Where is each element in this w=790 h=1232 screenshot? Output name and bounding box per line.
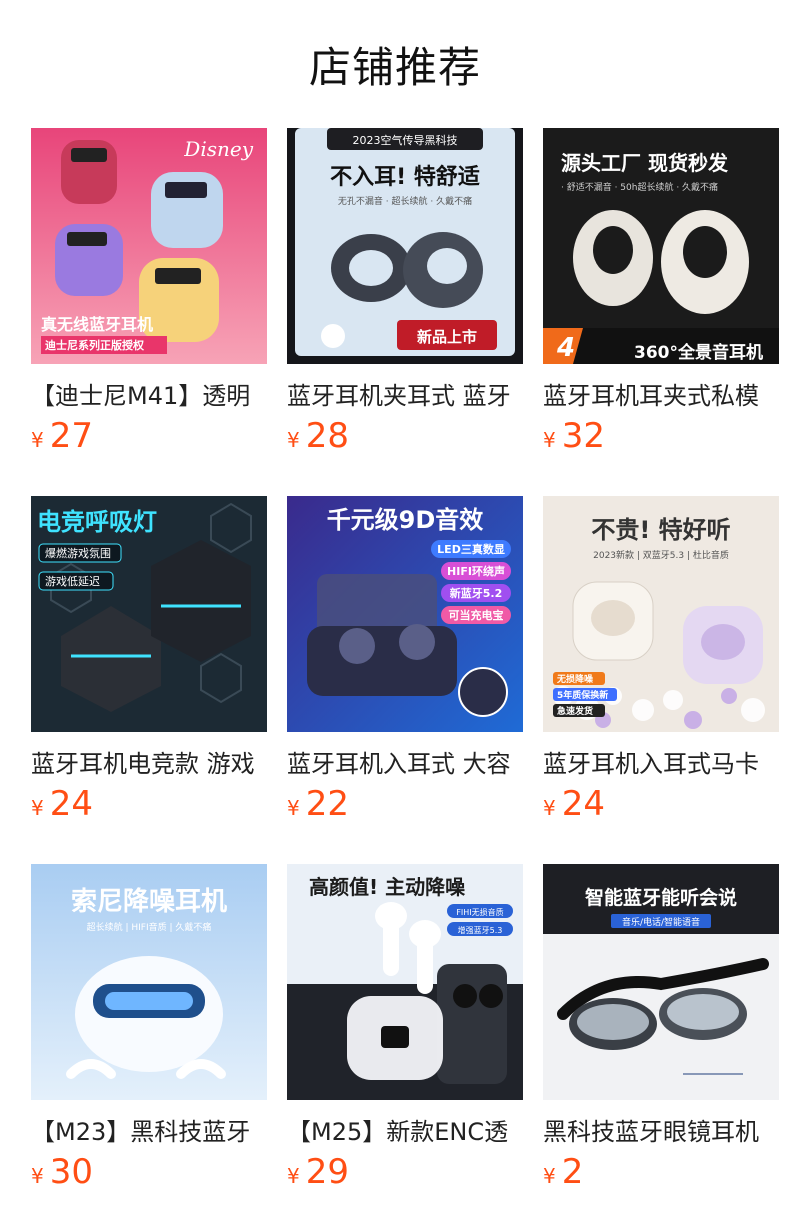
product-image[interactable]: 智能蓝牙能听会说 音乐/电话/智能语音	[543, 864, 779, 1100]
svg-text:· 舒适不漏音 · 50h超长续航 · 久戴不痛: · 舒适不漏音 · 50h超长续航 · 久戴不痛	[561, 181, 718, 193]
svg-text:不入耳! 特舒适: 不入耳! 特舒适	[330, 164, 480, 190]
product-price: ¥22	[287, 784, 349, 828]
product-name[interactable]: 蓝牙耳机夹耳式 蓝牙	[287, 376, 523, 410]
svg-text:索尼降噪耳机: 索尼降噪耳机	[71, 887, 227, 917]
price-value: 2	[561, 1152, 584, 1192]
svg-text:真无线蓝牙耳机: 真无线蓝牙耳机	[41, 315, 153, 334]
product-name[interactable]: 【迪士尼M41】透明	[31, 376, 267, 410]
currency-symbol: ¥	[543, 1164, 556, 1188]
price-value: 24	[49, 784, 93, 824]
product-image[interactable]: 索尼降噪耳机 超长续航 | HIFI音质 | 久戴不痛	[31, 864, 267, 1100]
product-name[interactable]: 蓝牙耳机耳夹式私模	[543, 376, 779, 410]
svg-text:4: 4	[556, 333, 575, 363]
price-value: 28	[305, 416, 349, 456]
product-image[interactable]: Disney 真无线蓝牙耳机 迪士尼系列正版授权	[31, 128, 267, 364]
price-value: 22	[305, 784, 349, 824]
product-name[interactable]: 黑科技蓝牙眼镜耳机	[543, 1112, 779, 1146]
svg-text:新蓝牙5.2: 新蓝牙5.2	[450, 586, 503, 600]
svg-text:可当充电宝: 可当充电宝	[449, 608, 504, 622]
product-name[interactable]: 蓝牙耳机电竞款 游戏	[31, 744, 267, 778]
currency-symbol: ¥	[543, 796, 556, 820]
currency-symbol: ¥	[31, 1164, 44, 1188]
brand-text: Disney	[183, 137, 253, 161]
currency-symbol: ¥	[287, 428, 300, 452]
svg-text:音乐/电话/智能语音: 音乐/电话/智能语音	[622, 916, 700, 928]
svg-text:高颜值! 主动降噪: 高颜值! 主动降噪	[309, 875, 466, 899]
product-image[interactable]: 2023空气传导黑科技 不入耳! 特舒适 无孔不漏音 · 超长续航 · 久戴不痛…	[287, 128, 523, 364]
svg-text:2023新款 | 双蓝牙5.3 | 杜比音质: 2023新款 | 双蓝牙5.3 | 杜比音质	[593, 549, 729, 561]
svg-text:智能蓝牙能听会说: 智能蓝牙能听会说	[585, 886, 737, 909]
price-value: 32	[561, 416, 605, 456]
product-name[interactable]: 【M23】黑科技蓝牙	[31, 1112, 267, 1146]
product-image[interactable]: 电竞呼吸灯 爆燃游戏氛围 游戏低延迟	[31, 496, 267, 732]
product-price: ¥2	[543, 1152, 583, 1196]
currency-symbol: ¥	[31, 428, 44, 452]
product-image[interactable]: 千元级9D音效 LED三真数显 HIFI环绕声 新蓝牙5.2 可当充电宝	[287, 496, 523, 732]
svg-text:急速发货: 急速发货	[557, 705, 593, 717]
svg-text:无损降噪: 无损降噪	[556, 673, 594, 685]
svg-text:爆燃游戏氛围: 爆燃游戏氛围	[45, 546, 111, 560]
svg-text:无孔不漏音 · 超长续航 · 久戴不痛: 无孔不漏音 · 超长续航 · 久戴不痛	[338, 195, 472, 207]
product-price: ¥24	[31, 784, 93, 828]
product-price: ¥30	[31, 1152, 93, 1196]
svg-text:增强蓝牙5.3: 增强蓝牙5.3	[458, 925, 503, 935]
product-image[interactable]: 源头工厂 现货秒发 · 舒适不漏音 · 50h超长续航 · 久戴不痛 4 360…	[543, 128, 779, 364]
product-name[interactable]: 【M25】新款ENC透	[287, 1112, 523, 1146]
svg-text:千元级9D音效: 千元级9D音效	[327, 506, 484, 534]
price-value: 29	[305, 1152, 349, 1192]
product-price: ¥24	[543, 784, 605, 828]
product-image[interactable]: 高颜值! 主动降噪 FIHI无损音质 增强蓝牙5.3	[287, 864, 523, 1100]
svg-text:2023空气传导黑科技: 2023空气传导黑科技	[353, 133, 458, 147]
product-price: ¥29	[287, 1152, 349, 1196]
product-image[interactable]: 不贵! 特好听 2023新款 | 双蓝牙5.3 | 杜比音质 无损降噪 5年质保…	[543, 496, 779, 732]
svg-text:360°全景音耳机: 360°全景音耳机	[634, 342, 763, 363]
svg-text:超长续航 | HIFI音质 | 久戴不痛: 超长续航 | HIFI音质 | 久戴不痛	[87, 921, 212, 933]
product-name[interactable]: 蓝牙耳机入耳式 大容	[287, 744, 523, 778]
svg-text:电竞呼吸灯: 电竞呼吸灯	[37, 508, 157, 536]
currency-symbol: ¥	[543, 428, 556, 452]
svg-text:FIHI无损音质: FIHI无损音质	[456, 907, 503, 917]
currency-symbol: ¥	[287, 1164, 300, 1188]
price-value: 30	[49, 1152, 93, 1192]
product-price: ¥32	[543, 416, 605, 460]
product-price: ¥27	[31, 416, 93, 460]
svg-text:源头工厂 现货秒发: 源头工厂 现货秒发	[561, 151, 729, 175]
page-title: 店铺推荐	[308, 43, 481, 92]
svg-text:游戏低延迟: 游戏低延迟	[45, 575, 100, 588]
product-name[interactable]: 蓝牙耳机入耳式马卡	[543, 744, 779, 778]
svg-text:LED三真数显: LED三真数显	[437, 542, 505, 556]
product-price: ¥28	[287, 416, 349, 460]
svg-text:HIFI环绕声: HIFI环绕声	[447, 564, 505, 578]
svg-text:新品上市: 新品上市	[417, 328, 477, 346]
currency-symbol: ¥	[31, 796, 44, 820]
currency-symbol: ¥	[287, 796, 300, 820]
svg-text:不贵! 特好听: 不贵! 特好听	[591, 516, 730, 544]
price-value: 24	[561, 784, 605, 824]
svg-text:迪士尼系列正版授权: 迪士尼系列正版授权	[45, 338, 145, 352]
price-value: 27	[49, 416, 93, 456]
svg-text:5年质保换新: 5年质保换新	[557, 689, 608, 701]
